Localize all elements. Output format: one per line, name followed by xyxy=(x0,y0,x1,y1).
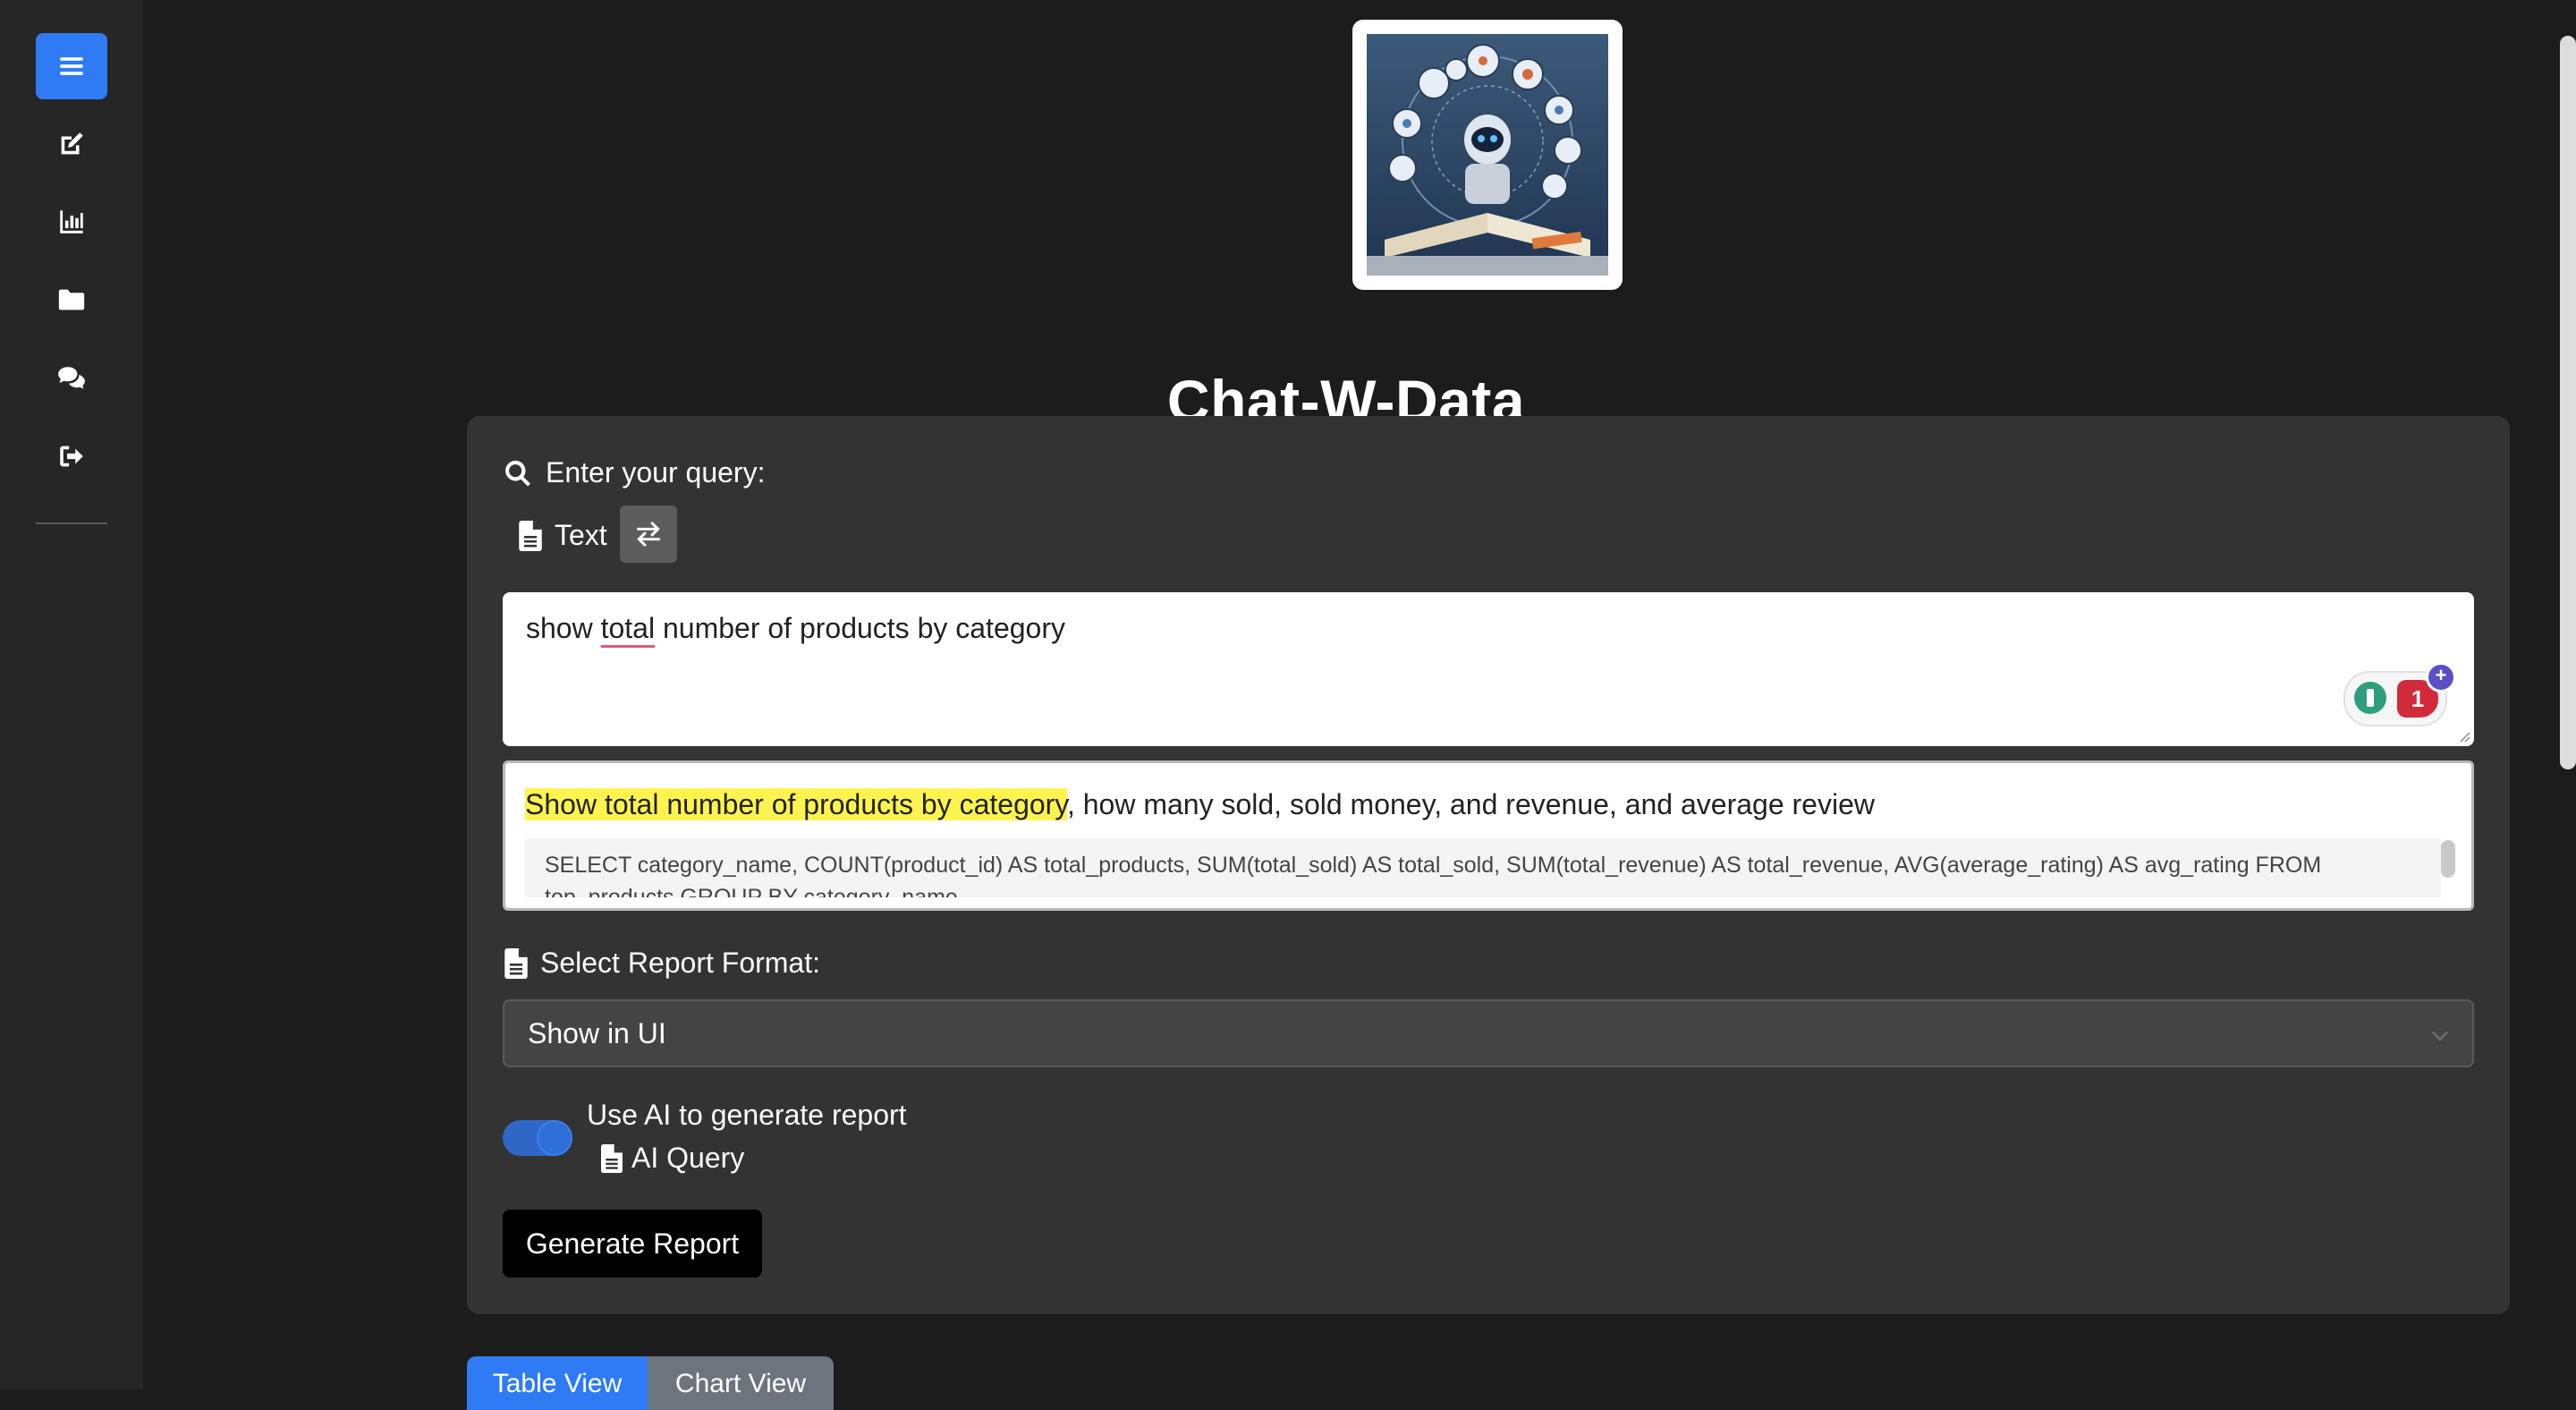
report-format-value: Show in UI xyxy=(528,1016,666,1049)
grammar-extension-badge[interactable]: 1 + xyxy=(2343,662,2456,726)
toggle-query-mode-button[interactable] xyxy=(620,505,677,563)
chevron-down-icon xyxy=(2431,1031,2449,1041)
extension-plus-icon: + xyxy=(2426,662,2456,692)
query-text-before: show xyxy=(526,612,601,644)
sidebar-reports-button[interactable] xyxy=(36,189,107,255)
edit-icon xyxy=(61,132,83,155)
query-label-row: Enter your query: xyxy=(503,456,765,489)
query-text-after: number of products by category xyxy=(655,612,1065,644)
suggestion-text: Show total number of products by categor… xyxy=(525,788,1875,821)
logout-icon xyxy=(60,446,83,467)
report-format-select[interactable]: Show in UI xyxy=(503,999,2474,1067)
query-mode-row: Text xyxy=(519,519,607,552)
suggestion-highlight: Show total number of products by categor… xyxy=(525,788,1067,820)
toggle-knob xyxy=(537,1120,572,1156)
document-icon xyxy=(519,520,542,551)
page-scrollbar[interactable] xyxy=(2560,36,2576,769)
sidebar xyxy=(0,0,143,1389)
report-format-label-row: Select Report Format: xyxy=(504,947,820,980)
sidebar-menu-button[interactable] xyxy=(36,33,107,99)
ai-suggestion-box[interactable]: Show total number of products by categor… xyxy=(503,760,2474,911)
sql-scrollbar[interactable] xyxy=(2441,840,2455,878)
tab-chart-view[interactable]: Chart View xyxy=(648,1356,834,1410)
extension-green-icon xyxy=(2354,682,2386,714)
query-mode-label: Text xyxy=(555,519,607,551)
sidebar-edit-button[interactable] xyxy=(36,111,107,177)
query-text-misspelled-word: total xyxy=(600,612,656,644)
bar-chart-icon xyxy=(60,210,83,234)
ai-query-label: AI Query xyxy=(631,1142,745,1174)
document-icon xyxy=(504,947,528,979)
menu-icon xyxy=(60,57,83,75)
document-icon xyxy=(601,1143,623,1173)
search-icon xyxy=(505,460,530,486)
robot-reading-book-illustration xyxy=(1367,34,1608,276)
use-ai-label: Use AI to generate report xyxy=(587,1099,907,1131)
app-logo xyxy=(1352,20,1623,290)
sidebar-files-button[interactable] xyxy=(36,267,107,333)
resize-grip-icon[interactable] xyxy=(2456,728,2470,743)
use-ai-toggle[interactable] xyxy=(503,1120,572,1156)
suggestion-rest: , how many sold, sold money, and revenue… xyxy=(1066,788,1875,820)
swap-arrows-icon xyxy=(637,521,660,548)
sql-preview: SELECT category_name, COUNT(product_id) … xyxy=(525,838,2441,897)
generate-report-button[interactable]: Generate Report xyxy=(503,1210,762,1278)
tab-table-view[interactable]: Table View xyxy=(467,1356,648,1410)
folder-icon xyxy=(58,289,85,310)
query-input[interactable]: show total number of products by categor… xyxy=(503,592,2474,746)
ai-query-row: AI Query xyxy=(601,1142,744,1175)
query-label: Enter your query: xyxy=(546,456,766,488)
report-format-label: Select Report Format: xyxy=(540,947,820,979)
sidebar-divider xyxy=(36,522,107,524)
